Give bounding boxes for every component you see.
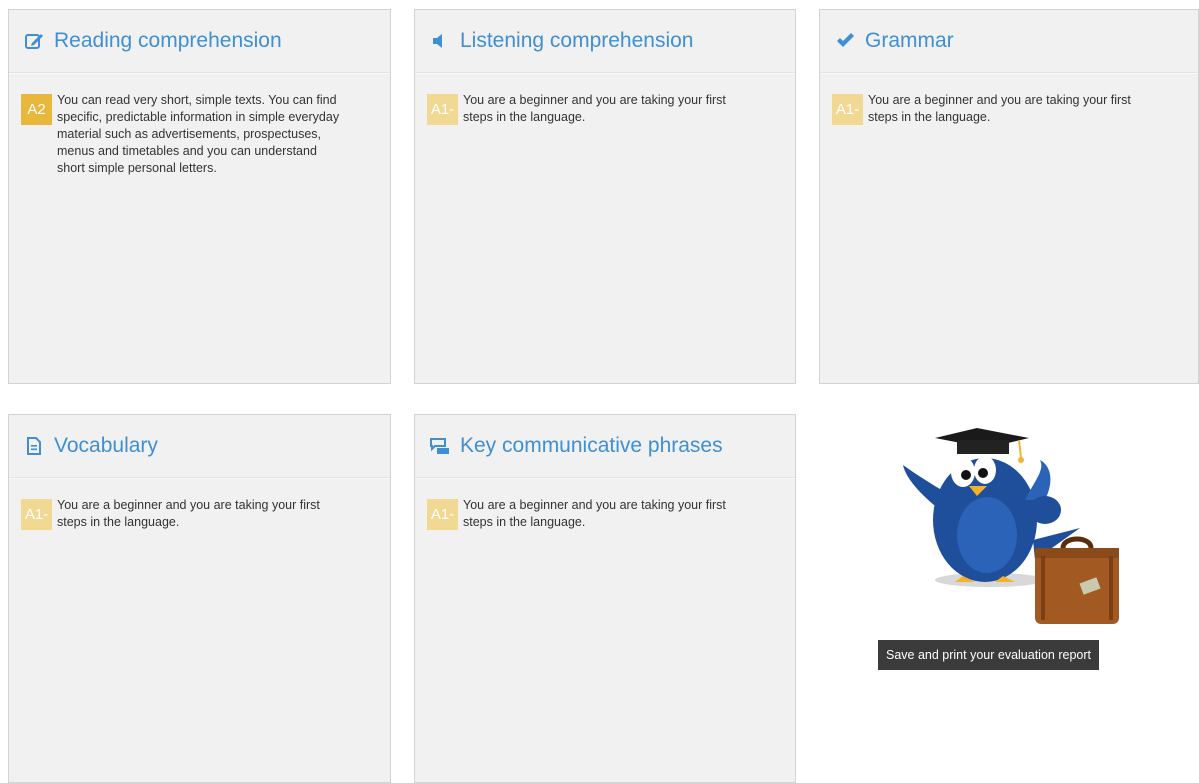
card-body: A2 You can read very short, simple texts… <box>9 73 390 177</box>
card-body: A1- You are a beginner and you are takin… <box>9 478 390 531</box>
document-icon <box>23 435 45 457</box>
checkmark-icon <box>834 30 856 52</box>
card-key-communicative-phrases: Key communicative phrases A1- You are a … <box>414 414 796 783</box>
chat-bubbles-icon <box>429 435 451 457</box>
card-header: Key communicative phrases <box>415 415 795 478</box>
card-title: Listening comprehension <box>460 29 694 52</box>
card-header: Listening comprehension <box>415 10 795 73</box>
card-listening-comprehension: Listening comprehension A1- You are a be… <box>414 9 796 384</box>
card-body: A1- You are a beginner and you are takin… <box>415 478 795 531</box>
evaluation-results-page: Reading comprehension A2 You can read ve… <box>0 0 1199 783</box>
card-header: Reading comprehension <box>9 10 390 73</box>
edit-icon <box>23 30 45 52</box>
level-badge: A1- <box>21 499 52 530</box>
speaker-icon <box>429 30 451 52</box>
level-description: You are a beginner and you are taking yo… <box>57 498 320 529</box>
card-body: A1- You are a beginner and you are takin… <box>820 73 1198 126</box>
card-title: Reading comprehension <box>54 29 282 52</box>
card-vocabulary: Vocabulary A1- You are a beginner and yo… <box>8 414 391 783</box>
card-header: Vocabulary <box>9 415 390 478</box>
card-header: Grammar <box>820 10 1198 73</box>
level-description: You are a beginner and you are taking yo… <box>463 498 726 529</box>
card-title: Vocabulary <box>54 434 158 457</box>
level-badge: A2 <box>21 94 52 125</box>
graduate-bird-image[interactable] <box>895 420 1125 630</box>
level-description: You can read very short, simple texts. Y… <box>57 93 340 175</box>
card-grammar: Grammar A1- You are a beginner and you a… <box>819 9 1199 384</box>
card-body: A1- You are a beginner and you are takin… <box>415 73 795 126</box>
level-badge: A1- <box>427 499 458 530</box>
save-print-report-button[interactable]: Save and print your evaluation report <box>878 640 1099 670</box>
level-badge: A1- <box>427 94 458 125</box>
card-reading-comprehension: Reading comprehension A2 You can read ve… <box>8 9 391 384</box>
level-description: You are a beginner and you are taking yo… <box>868 93 1131 124</box>
level-badge: A1- <box>832 94 863 125</box>
card-title: Key communicative phrases <box>460 434 723 457</box>
card-title: Grammar <box>865 29 954 52</box>
level-description: You are a beginner and you are taking yo… <box>463 93 726 124</box>
